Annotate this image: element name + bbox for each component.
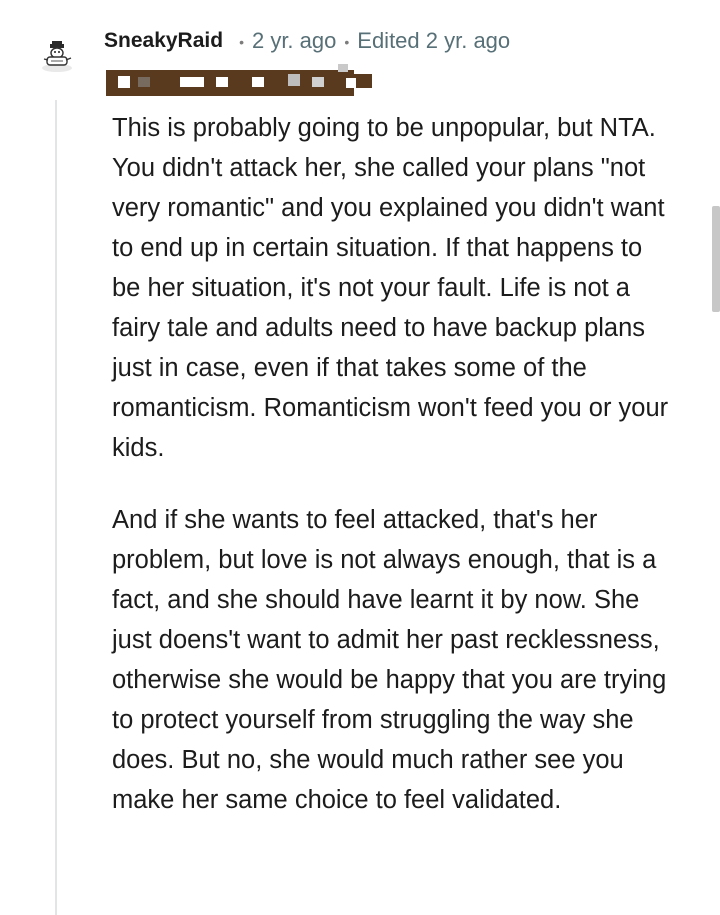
comment-body: This is probably going to be unpopular, … [112, 108, 672, 820]
separator-dot: • [239, 34, 244, 50]
comment-paragraph: And if she wants to feel attacked, that'… [112, 506, 667, 814]
scrollbar-thumb[interactable] [712, 206, 720, 312]
post-age[interactable]: 2 yr. ago [252, 28, 336, 54]
username-link[interactable]: SneakyRaid [104, 29, 223, 53]
thread-collapse-line[interactable] [55, 100, 57, 915]
separator-dot: • [344, 34, 350, 50]
comment-paragraph: This is probably going to be unpopular, … [112, 114, 669, 462]
comment-header: SneakyRaid • 2 yr. ago • Edited 2 yr. ag… [104, 26, 510, 56]
redacted-flair [106, 64, 372, 96]
user-avatar-icon [42, 41, 72, 72]
edited-label: Edited 2 yr. ago [357, 28, 511, 53]
avatar[interactable] [38, 38, 76, 74]
comment: SneakyRaid • 2 yr. ago • Edited 2 yr. ag… [0, 0, 720, 915]
